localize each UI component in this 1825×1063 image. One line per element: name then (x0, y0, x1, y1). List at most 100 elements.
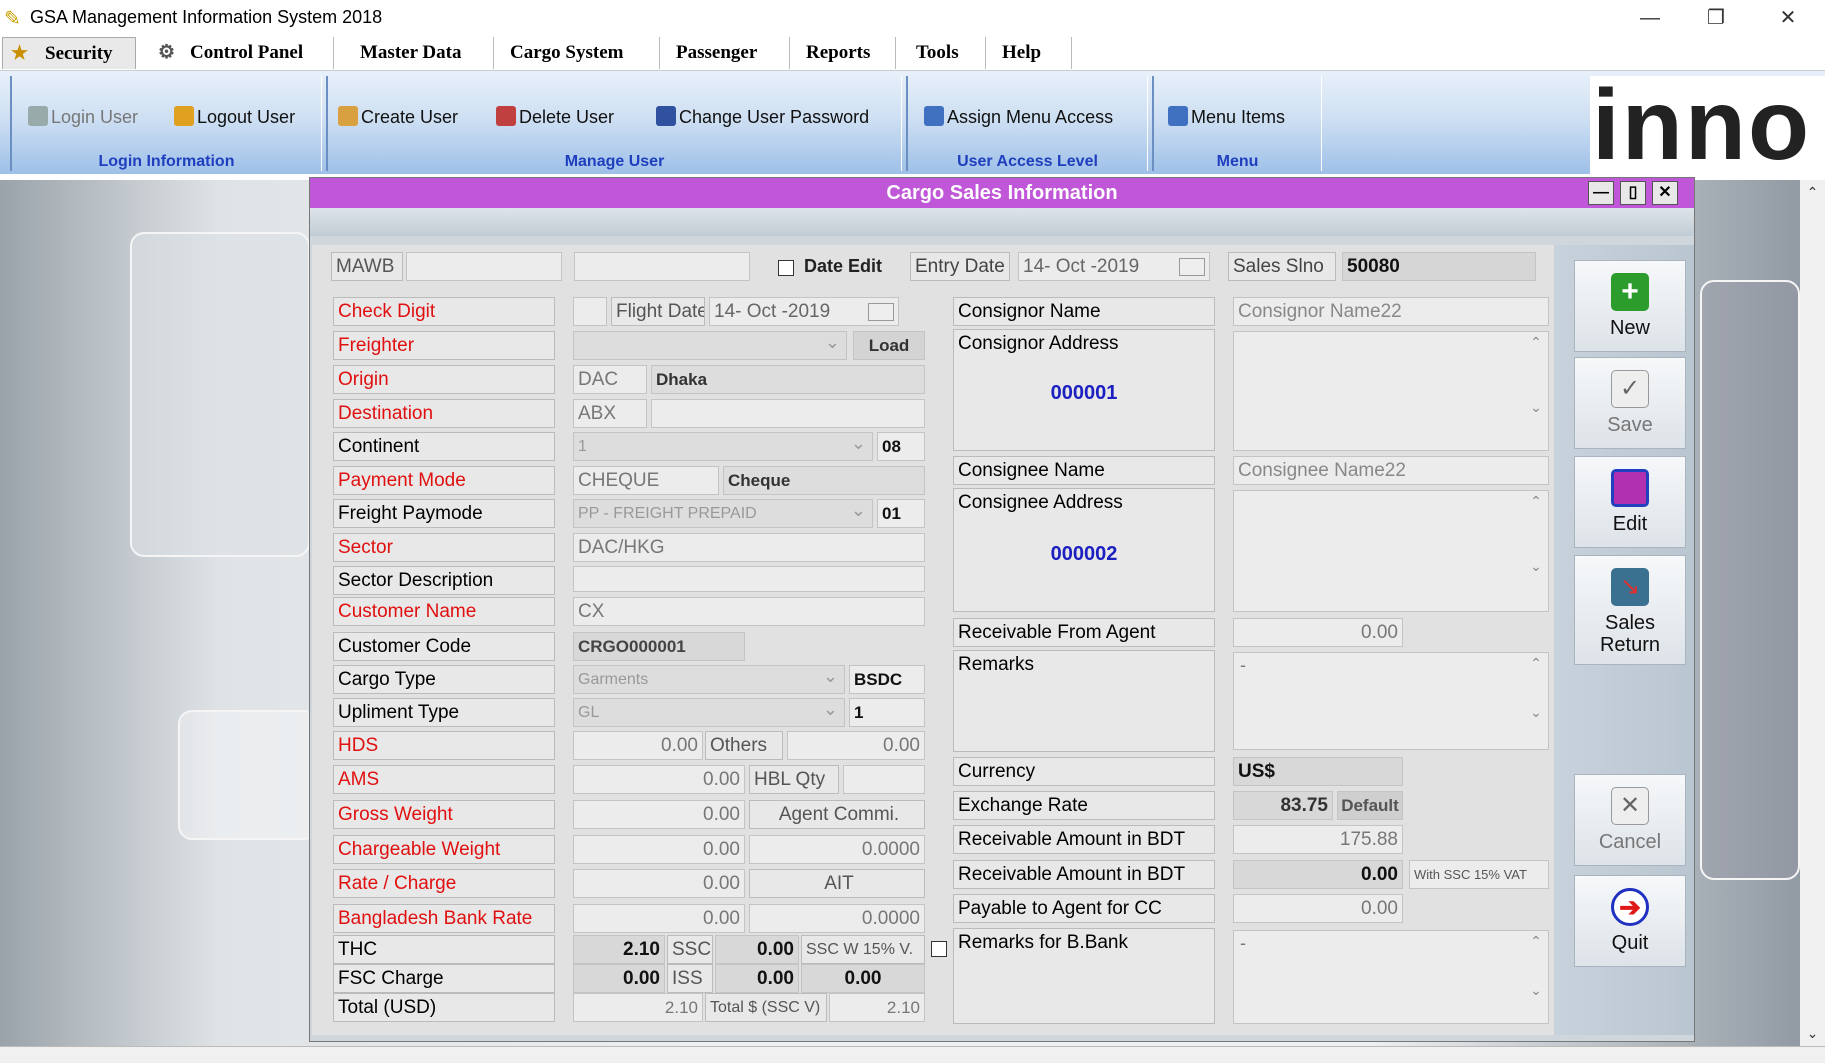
ams-input[interactable]: 0.00 (573, 765, 745, 794)
menu-tools[interactable]: Tools (906, 37, 986, 69)
agent-commission-input[interactable]: 0.0000 (749, 835, 925, 864)
origin-label: Origin (333, 365, 555, 394)
continent-label: Continent (333, 432, 555, 461)
save-button[interactable]: ✓ Save (1574, 357, 1686, 449)
sales-slno-field: 50080 (1342, 252, 1536, 281)
assign-menu-icon (924, 106, 944, 126)
freight-paymode-label: Freight Paymode (333, 499, 555, 528)
origin-name-field: Dhaka (651, 365, 925, 394)
toolbar-strip (310, 208, 1694, 236)
calendar-icon[interactable] (1179, 258, 1205, 276)
edit-button[interactable]: Edit (1574, 456, 1686, 548)
textarea-scrollbar[interactable]: ⌃ ⌄ (1526, 493, 1546, 609)
hbl-qty-input[interactable] (843, 765, 925, 794)
load-button[interactable]: Load (853, 331, 925, 360)
textarea-scrollbar[interactable]: ⌃ ⌄ (1526, 933, 1546, 1021)
sector-description-input[interactable] (573, 566, 925, 592)
sales-return-button[interactable]: ↘ Sales Return (1574, 555, 1686, 665)
change-password-button[interactable]: Change User Password (656, 106, 869, 128)
payment-mode-input[interactable]: CHEQUE (573, 466, 719, 495)
consignee-address-input[interactable]: ⌃ ⌄ (1233, 490, 1549, 612)
rate-charge-label: Rate / Charge (333, 869, 555, 898)
delete-user-button[interactable]: Delete User (496, 106, 614, 128)
menu-items-button[interactable]: Menu Items (1168, 106, 1285, 128)
receivable-from-agent-input[interactable]: 0.00 (1233, 618, 1403, 647)
remarks-bbank-input[interactable]: - ⌃ ⌄ (1233, 930, 1549, 1024)
new-button[interactable]: + New (1574, 260, 1686, 352)
cancel-button[interactable]: ✕ Cancel (1574, 774, 1686, 866)
origin-code-input[interactable]: DAC (573, 365, 647, 394)
bangladesh-bank-rate-input[interactable]: 0.00 (573, 904, 745, 933)
ribbon-group-manage-user: Create User Delete User Change User Pass… (326, 76, 902, 171)
destination-code-input[interactable]: ABX (573, 399, 647, 428)
menu-passenger[interactable]: Passenger (666, 37, 790, 69)
gross-weight-input[interactable]: 0.00 (573, 800, 745, 829)
save-icon: ✓ (1611, 370, 1649, 408)
consignor-address-input[interactable]: ⌃ ⌄ (1233, 331, 1549, 451)
consignor-name-input[interactable]: Consignor Name22 (1233, 297, 1549, 326)
scroll-up-arrow[interactable]: ⌃ (1800, 184, 1825, 201)
create-user-button[interactable]: Create User (338, 106, 458, 128)
payable-cc-input[interactable]: 0.00 (1233, 894, 1403, 923)
logout-user-button[interactable]: Logout User (174, 106, 295, 128)
flight-date-picker[interactable]: 14- Oct -2019 (709, 297, 899, 326)
login-user-button[interactable]: Login User (28, 106, 138, 128)
cargo-type-select[interactable]: Garments (573, 665, 845, 694)
assign-menu-access-button[interactable]: Assign Menu Access (924, 106, 1113, 128)
main-scrollbar[interactable]: ⌃ ⌄ (1800, 180, 1825, 1046)
ait-input[interactable]: 0.0000 (749, 904, 925, 933)
cargo-sales-form: MAWB Date Edit Entry Date 14- Oct -2019 … (312, 245, 1556, 1035)
menu-master-data[interactable]: Master Data (350, 37, 494, 69)
close-window-button[interactable]: ✕ (1760, 4, 1816, 32)
hds-input[interactable]: 0.00 (573, 731, 703, 760)
menu-reports[interactable]: Reports (796, 37, 896, 69)
iss-label: ISS (667, 964, 713, 993)
sector-input[interactable]: DAC/HKG (573, 533, 925, 562)
customer-name-input[interactable]: CX (573, 597, 925, 626)
child-minimize-button[interactable]: — (1588, 181, 1614, 205)
chargeable-weight-input[interactable]: 0.00 (573, 835, 745, 864)
quit-button[interactable]: ➔ Quit (1574, 875, 1686, 967)
textarea-scrollbar[interactable]: ⌃ ⌄ (1526, 334, 1546, 448)
freight-paymode-select[interactable]: PP - FREIGHT PREPAID (573, 499, 873, 528)
menu-control-panel[interactable]: ⚙ Control Panel (142, 37, 334, 69)
ssc-w-vat-checkbox[interactable] (931, 941, 947, 957)
others-input[interactable]: 0.00 (787, 731, 925, 760)
mawb-input[interactable] (406, 252, 562, 281)
default-button[interactable]: Default (1337, 791, 1403, 820)
receivable-bdt-vat-field: 0.00 (1233, 860, 1403, 889)
menu-security[interactable]: ★ Security (2, 37, 136, 69)
menu-help[interactable]: Help (992, 37, 1072, 69)
scroll-down-arrow[interactable]: ⌄ (1800, 1025, 1825, 1042)
maximize-button[interactable]: ❐ (1688, 4, 1744, 32)
mawb-input-2[interactable] (574, 252, 750, 281)
ssc-w-vat-label: SSC W 15% V. (801, 935, 925, 964)
continent-select[interactable]: 1 (573, 432, 873, 461)
check-digit-input[interactable] (573, 297, 607, 326)
fsc-charge-label: FSC Charge (333, 964, 555, 993)
upliment-type-code: 1 (849, 698, 925, 727)
ribbon-group-label: User Access Level (957, 153, 1098, 170)
company-logo: inno (1590, 69, 1825, 181)
remarks-input[interactable]: - ⌃ ⌄ (1233, 652, 1549, 750)
sales-slno-label: Sales Slno (1228, 252, 1336, 281)
consignee-name-input[interactable]: Consignee Name22 (1233, 456, 1549, 485)
minimize-button[interactable]: — (1622, 4, 1678, 32)
textarea-scrollbar[interactable]: ⌃ ⌄ (1526, 655, 1546, 747)
upliment-type-select[interactable]: GL (573, 698, 845, 727)
rate-charge-input[interactable]: 0.00 (573, 869, 745, 898)
consignor-code: 000001 (1050, 382, 1118, 404)
app-icon: ✎ (4, 8, 21, 30)
freighter-select[interactable] (573, 331, 847, 360)
entry-date-picker[interactable]: 14- Oct -2019 (1018, 252, 1210, 281)
entry-date-label: Entry Date (910, 252, 1010, 281)
calendar-icon[interactable] (868, 303, 894, 321)
child-restore-button[interactable]: ▯ (1620, 181, 1646, 205)
with-ssc-vat-label: With SSC 15% VAT (1409, 860, 1549, 889)
total-ssc-label: Total $ (SSC V) (705, 993, 827, 1022)
menu-cargo-system[interactable]: Cargo System (500, 37, 660, 69)
payable-cc-label: Payable to Agent for CC (953, 894, 1215, 923)
action-panel: + New ✓ Save Edit ↘ Sales Return ✕ Cancel ➔ Qu… (1554, 245, 1694, 1035)
child-close-button[interactable]: ✕ (1652, 181, 1678, 205)
date-edit-checkbox[interactable] (778, 260, 794, 276)
